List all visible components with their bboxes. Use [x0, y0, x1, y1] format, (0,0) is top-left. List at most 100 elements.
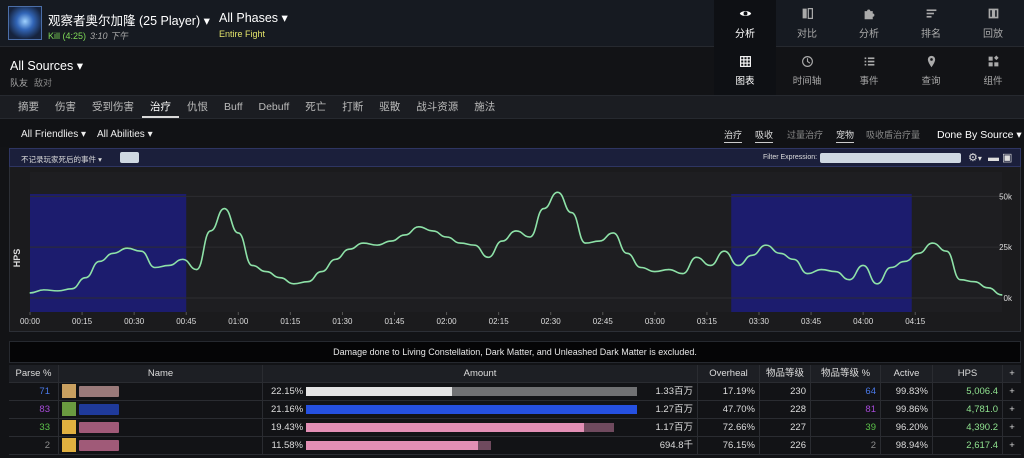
col-active[interactable]: Active [881, 365, 933, 382]
phase-selector[interactable]: All Phases ▾ [219, 10, 288, 25]
abilities-filter[interactable]: All Abilities ▾ [97, 129, 153, 140]
ignore-after-death-selector[interactable]: 不记录玩家死后的事件 ▾ [21, 154, 102, 165]
tab-11[interactable]: 施法 [466, 96, 503, 118]
parse-cell: 2 [9, 437, 59, 454]
col-amount[interactable]: Amount [263, 365, 698, 382]
toggle-healing[interactable]: 治疗 [724, 128, 743, 143]
hps-point [570, 212, 573, 214]
amount-value: 1.17百万 [655, 422, 694, 433]
col-hps[interactable]: HPS [933, 365, 1003, 382]
chart-controls: ⚙▾ ▬ ▣ [968, 151, 1012, 164]
tab-2[interactable]: 受到伤害 [84, 96, 142, 118]
view-charts[interactable]: 图表 [714, 47, 776, 95]
view-events[interactable]: 事件 [838, 47, 900, 95]
view-query[interactable]: 查询 [900, 47, 962, 95]
hps-point [334, 258, 337, 260]
hps-point [543, 207, 545, 210]
hps-point [626, 252, 628, 254]
view-widgets[interactable]: 组件 [962, 47, 1024, 95]
col-name[interactable]: Name [59, 365, 263, 382]
hps-cell: 4,781.0 [933, 401, 1003, 418]
exclusion-note: Damage done to Living Constellation, Dar… [9, 341, 1021, 363]
name-cell[interactable] [59, 383, 263, 400]
tab-6[interactable]: Debuff [251, 96, 298, 118]
hps-point [390, 240, 392, 242]
x-tick-label: 03:30 [749, 317, 770, 326]
clock-icon [801, 56, 813, 67]
x-tick-label: 00:45 [176, 317, 197, 326]
hps-point [404, 234, 406, 236]
add-column-button[interactable]: + [1003, 365, 1021, 382]
hps-point [168, 264, 170, 267]
filter-expression-input[interactable] [820, 153, 961, 163]
col-ilvl[interactable]: 物品等级 [760, 365, 811, 382]
hps-point [71, 288, 73, 290]
nav-analysis[interactable]: 分析 [838, 0, 900, 47]
boss-selector[interactable]: 观察者奥尔加隆 (25 Player) ▾ [48, 10, 210, 29]
col-parse[interactable]: Parse % [9, 365, 59, 382]
ilvl-cell: 230 [760, 383, 811, 400]
x-tick-label: 00:15 [72, 317, 93, 326]
col-ilvl-pct[interactable]: 物品等级 % [811, 365, 881, 382]
hps-point [182, 258, 184, 260]
hps-point [807, 273, 809, 275]
expand-row-button[interactable]: + [1003, 383, 1021, 400]
hps-point [209, 230, 212, 232]
caret-down-icon[interactable]: ▾ [978, 154, 982, 163]
gear-icon[interactable]: ⚙ [968, 152, 978, 164]
expand-row-button[interactable]: + [1003, 401, 1021, 418]
tab-0[interactable]: 摘要 [10, 96, 47, 118]
hps-chart[interactable]: 0k 25k 50k 00:00 00:15 00:30 00:45 01:00 01:15 01… [10, 168, 1020, 331]
hps-point [237, 232, 239, 234]
tab-8[interactable]: 打断 [334, 96, 371, 118]
tab-5[interactable]: Buff [216, 96, 251, 118]
nav-compare[interactable]: 对比 [776, 0, 838, 47]
hps-point [418, 226, 420, 228]
tab-3[interactable]: 治疗 [142, 96, 179, 118]
tab-enemy[interactable]: 敌对 [34, 78, 52, 88]
nav-replay[interactable]: 回放 [962, 0, 1024, 47]
class-icon [62, 402, 76, 416]
col-overheal[interactable]: Overheal [698, 365, 760, 382]
overheal-cell: 47.70% [698, 401, 760, 418]
toggle-pets[interactable]: 宠物 [836, 128, 855, 143]
toggle-overheal[interactable]: 过量治疗 [787, 128, 823, 142]
hps-point [904, 260, 906, 262]
maximize-icon[interactable]: ▣ [1002, 152, 1012, 164]
name-cell[interactable] [59, 419, 263, 436]
tab-4[interactable]: 仇恨 [179, 96, 216, 118]
side-tabs: 队友 敌对 [10, 76, 58, 89]
toggle-absorb[interactable]: 吸收 [755, 128, 774, 143]
class-icon [62, 420, 76, 434]
tab-9[interactable]: 驱散 [371, 96, 408, 118]
hps-point [223, 207, 225, 210]
friendlies-filter[interactable]: All Friendlies ▾ [21, 129, 86, 140]
table-row[interactable]: 2 11.58% 694.8千 76.15% 226 2 98.94% 2,61… [9, 437, 1021, 455]
tab-10[interactable]: 战斗资源 [408, 96, 466, 118]
name-cell[interactable] [59, 401, 263, 418]
expand-row-button[interactable]: + [1003, 437, 1021, 454]
nav-analyze[interactable]: 分析 [714, 0, 776, 47]
name-cell[interactable] [59, 437, 263, 454]
minimize-icon[interactable]: ▬ [988, 152, 999, 164]
kill-label: Kill (4:25) [48, 31, 87, 41]
table-row[interactable]: 71 22.15% 1.33百万 17.19% 230 64 99.83% 5,… [9, 383, 1021, 401]
tab-1[interactable]: 伤害 [47, 96, 84, 118]
source-selector[interactable]: All Sources ▾ [10, 58, 83, 73]
ignore-toggle[interactable] [120, 152, 139, 163]
expand-row-button[interactable]: + [1003, 419, 1021, 436]
hps-point [820, 268, 823, 271]
hps-point [612, 232, 614, 234]
table-row[interactable]: 83 21.16% 1.27百万 47.70% 228 81 99.86% 4,… [9, 401, 1021, 419]
hps-point [765, 244, 767, 246]
tab-7[interactable]: 死亡 [297, 96, 334, 118]
toggle-shield-heal[interactable]: 吸收盾治疗量 [866, 128, 920, 142]
player-name-redacted [79, 440, 119, 451]
view-timeline[interactable]: 时间轴 [776, 47, 838, 95]
player-name-redacted [79, 422, 119, 433]
nav-rankings[interactable]: 排名 [900, 0, 962, 47]
table-row[interactable]: 33 19.43% 1.17百万 72.66% 227 39 96.20% 4,… [9, 419, 1021, 437]
tab-friendly[interactable]: 队友 [10, 78, 28, 88]
x-tick-label: 01:00 [228, 317, 249, 326]
done-by-selector[interactable]: Done By Source ▾ [937, 129, 1022, 141]
